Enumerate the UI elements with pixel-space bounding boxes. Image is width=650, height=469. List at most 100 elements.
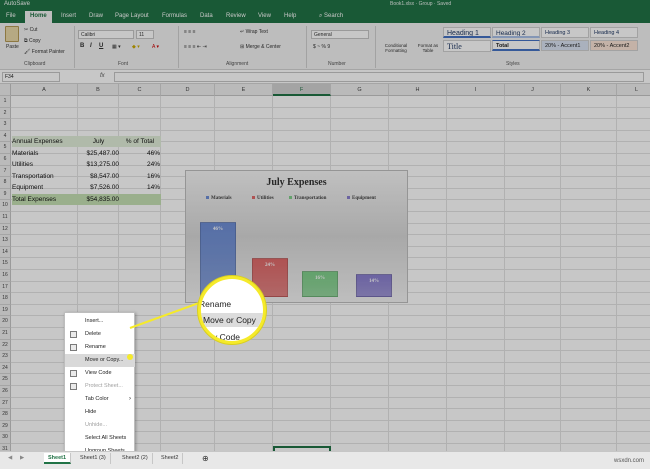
tab-file[interactable]: File <box>6 13 16 19</box>
table-row-utilities-label[interactable]: Utilities <box>12 159 78 170</box>
row-header-2[interactable]: 2 <box>0 107 11 120</box>
format-as-table-button[interactable]: Format as Table <box>415 43 441 53</box>
row-header-25[interactable]: 25 <box>0 374 11 386</box>
number-format-buttons[interactable]: $ ~ % 9 <box>313 44 330 50</box>
table-row-materials-label[interactable]: Materials <box>12 148 78 159</box>
menu-item-tab-color[interactable]: Tab Color › <box>65 393 135 406</box>
table-row-materials-value[interactable]: $25,487.00 <box>78 148 119 159</box>
bar-equipment[interactable] <box>356 274 392 297</box>
row-header-4[interactable]: 4 <box>0 130 11 143</box>
legend-item-materials[interactable]: Materials <box>206 196 232 201</box>
sheet-tab-sheet1[interactable]: Sheet1 <box>44 453 72 464</box>
format-painter-button[interactable]: 🖌 Format Painter <box>24 49 65 55</box>
row-header-23[interactable]: 23 <box>0 351 11 363</box>
underline-button[interactable]: U <box>99 43 103 49</box>
row-header-7[interactable]: 7 <box>0 165 11 178</box>
row-header-21[interactable]: 21 <box>0 328 11 340</box>
row-header-16[interactable]: 16 <box>0 270 11 282</box>
italic-button[interactable]: I <box>90 43 92 49</box>
row-header-6[interactable]: 6 <box>0 154 11 166</box>
tab-scroll-left-icon[interactable]: ◀ <box>4 453 16 464</box>
tab-formulas[interactable]: Formulas <box>162 13 187 19</box>
row-header-8[interactable]: 8 <box>0 177 11 189</box>
search-box[interactable]: ⌕ Search <box>319 13 343 20</box>
table-row-equipment-value[interactable]: $7,526.00 <box>78 182 119 193</box>
sheet-tab-sheet2-2[interactable]: Sheet2 (2) <box>118 453 153 464</box>
row-header-20[interactable]: 20 <box>0 316 11 328</box>
conditional-formatting-button[interactable]: Conditional Formatting <box>380 43 412 53</box>
name-box[interactable]: F34 <box>2 72 60 82</box>
copy-button[interactable]: ⧉ Copy <box>24 38 41 44</box>
row-header-15[interactable]: 15 <box>0 258 11 270</box>
row-header-28[interactable]: 28 <box>0 409 11 421</box>
table-header-a[interactable]: Annual Expenses <box>12 136 78 147</box>
align-top-icons[interactable]: ≡ ≡ ≡ <box>184 29 196 35</box>
sheet-tab-sheet1-3[interactable]: Sheet1 (3) <box>76 453 111 464</box>
column-header-f[interactable]: F <box>273 84 331 96</box>
column-header-l[interactable]: L <box>617 84 650 96</box>
column-header-g[interactable]: G <box>331 84 389 96</box>
row-header-3[interactable]: 3 <box>0 119 11 131</box>
table-row-utilities-value[interactable]: $13,275.00 <box>78 159 119 170</box>
font-name-select[interactable]: Calibri <box>78 30 134 39</box>
row-header-27[interactable]: 27 <box>0 397 11 410</box>
menu-item-delete[interactable]: Delete <box>65 328 135 341</box>
table-header-c[interactable]: % of Total <box>119 136 161 147</box>
tab-review[interactable]: Review <box>226 13 246 19</box>
table-header-b[interactable]: July <box>78 136 119 147</box>
style-heading-4[interactable]: Heading 4 <box>590 27 638 38</box>
chart-title[interactable]: July Expenses <box>186 177 407 188</box>
table-row-utilities-pct[interactable]: 24% <box>119 159 160 170</box>
merge-center-button[interactable]: ⊞ Merge & Center <box>240 44 281 50</box>
formula-input[interactable] <box>114 72 644 82</box>
tab-draw[interactable]: Draw <box>89 13 103 19</box>
row-header-10[interactable]: 10 <box>0 200 11 212</box>
sheet-tab-sheet2[interactable]: Sheet2 <box>157 453 184 464</box>
row-header-1[interactable]: 1 <box>0 96 11 108</box>
legend-item-equipment[interactable]: Equipment <box>347 196 376 201</box>
tab-help[interactable]: Help <box>284 13 296 19</box>
menu-item-hide[interactable]: Hide <box>65 406 135 419</box>
row-header-29[interactable]: 29 <box>0 420 11 433</box>
row-header-12[interactable]: 12 <box>0 223 11 236</box>
legend-item-utilities[interactable]: Utilities <box>252 196 274 201</box>
paste-button[interactable]: Paste <box>6 44 19 50</box>
row-header-19[interactable]: 19 <box>0 304 11 317</box>
column-header-e[interactable]: E <box>215 84 273 96</box>
row-header-24[interactable]: 24 <box>0 362 11 375</box>
table-row-equipment-label[interactable]: Equipment <box>12 182 78 193</box>
table-row-equipment-pct[interactable]: 14% <box>119 182 160 193</box>
style-total[interactable]: Total <box>492 40 540 51</box>
column-header-k[interactable]: K <box>561 84 617 96</box>
tab-insert[interactable]: Insert <box>61 13 76 19</box>
menu-item-select-all-sheets[interactable]: Select All Sheets <box>65 432 135 445</box>
row-header-31[interactable]: 31 <box>0 444 11 451</box>
cut-button[interactable]: ✂ Cut <box>24 27 37 33</box>
add-sheet-icon[interactable]: ⊕ <box>198 453 213 464</box>
tab-home[interactable]: Home <box>25 11 52 23</box>
column-header-b[interactable]: B <box>78 84 119 96</box>
legend-item-transportation[interactable]: Transportation <box>289 196 326 201</box>
menu-item-move-or-copy[interactable]: Move or Copy... <box>65 354 135 367</box>
row-header-30[interactable]: 30 <box>0 432 11 444</box>
bar-transportation[interactable] <box>302 270 338 297</box>
column-header-i[interactable]: I <box>447 84 505 96</box>
style-title[interactable]: Title <box>443 40 491 52</box>
table-row-materials-pct[interactable]: 46% <box>119 148 160 159</box>
bold-button[interactable]: B <box>80 43 84 49</box>
menu-item-rename[interactable]: Rename <box>65 341 135 354</box>
table-total-label[interactable]: Total Expenses <box>12 194 78 205</box>
borders-icon[interactable]: ▦ ▾ <box>112 44 121 50</box>
fill-color-icon[interactable]: ◆ ▾ <box>132 44 140 50</box>
select-all-corner[interactable] <box>0 84 11 96</box>
font-color-icon[interactable]: A ▾ <box>152 44 159 50</box>
align-horizontal-icons[interactable]: ≡ ≡ ≡ ⇤ ⇥ <box>184 44 207 50</box>
tab-data[interactable]: Data <box>200 13 213 19</box>
table-total-empty[interactable] <box>119 194 161 205</box>
table-row-transportation-label[interactable]: Transportation <box>12 171 78 182</box>
wrap-text-button[interactable]: ↵ Wrap Text <box>240 29 268 35</box>
style-accent1[interactable]: 20% - Accent1 <box>541 40 589 51</box>
tab-view[interactable]: View <box>258 13 271 19</box>
column-header-h[interactable]: H <box>389 84 447 96</box>
style-accent2[interactable]: 20% - Accent2 <box>590 40 638 51</box>
